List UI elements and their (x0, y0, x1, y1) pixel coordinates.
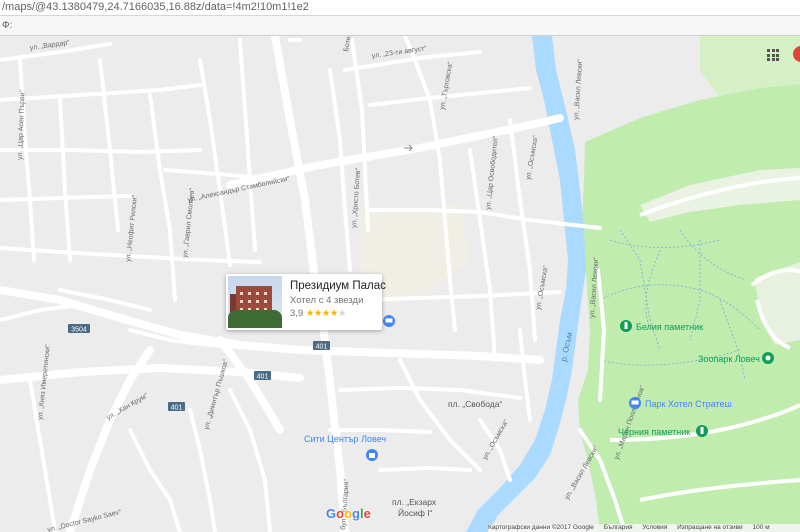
terms-link[interactable]: Условия (642, 524, 667, 531)
map-canvas[interactable]: 3504 401 401 401 ул. „Вардар“ ул. „Цар А… (0, 36, 800, 532)
place-label-svoboda: пл. „Свобода“ (448, 399, 502, 409)
star-rating-icon: ★★★★★ (305, 308, 347, 319)
scale-label[interactable]: 100 м (752, 524, 769, 531)
place-label-ekzarh-line1: пл. „Екзарх (392, 497, 437, 507)
place-label-beliya[interactable]: Белия паметник (636, 322, 703, 332)
google-logo: Google (326, 506, 371, 521)
bookmark-item[interactable]: Ф: (2, 20, 12, 31)
route-shield-3504: 3504 (68, 324, 90, 334)
monument-marker-icon-2[interactable] (696, 425, 708, 437)
svg-text:401: 401 (171, 405, 183, 412)
hotel-rating-row: 3,9 ★★★★★ (290, 308, 346, 319)
place-label-cherniya[interactable]: Черния паметник (618, 427, 690, 437)
country-link[interactable]: България (604, 524, 633, 531)
route-shield-401-b: 401 (254, 371, 271, 381)
hotel-marker-icon[interactable] (383, 315, 395, 327)
place-label-zoo[interactable]: Зоопарк Ловеч (698, 354, 760, 364)
feedback-link[interactable]: Изпращане на отзиви (677, 524, 743, 531)
map-footer: Картографски данни ©2017 Google България… (488, 524, 800, 532)
place-label-city-center[interactable]: Сити Център Ловеч (304, 434, 386, 444)
monument-marker-icon[interactable] (620, 320, 632, 332)
apps-grid-icon[interactable] (767, 49, 779, 61)
address-bar[interactable]: /maps/@43.1380479,24.7166035,16.88z/data… (0, 0, 800, 16)
map-svg: 3504 401 401 401 ул. „Вардар“ ул. „Цар А… (0, 36, 800, 532)
zoo-marker-icon[interactable] (762, 352, 774, 364)
url-text: /maps/@43.1380479,24.7166035,16.88z/data… (2, 1, 309, 13)
hotel-info-card[interactable]: Президиум Палас Хотел с 4 звезди 3,9 ★★★… (226, 274, 386, 330)
hotel-name: Президиум Палас (290, 280, 386, 292)
hotel-rating-value: 3,9 (290, 308, 304, 319)
hotel-photo (228, 276, 282, 328)
svg-text:3504: 3504 (71, 327, 87, 334)
bookmarks-bar: Ф: (0, 16, 800, 36)
place-label-park-hotel[interactable]: Парк Хотел Стратеш (645, 399, 732, 409)
route-shield-401-c: 401 (168, 402, 185, 412)
svg-text:401: 401 (257, 374, 269, 381)
map-data-credit: Картографски данни ©2017 Google (488, 524, 594, 531)
shopping-bag-icon[interactable] (366, 449, 378, 461)
svg-text:401: 401 (316, 344, 328, 351)
place-label-ekzarh-line2: Йосиф I“ (398, 507, 433, 518)
route-shield-401-a: 401 (313, 341, 330, 351)
hotel-type: Хотел с 4 звезди (290, 295, 364, 306)
park-hotel-marker-icon[interactable] (629, 397, 641, 409)
